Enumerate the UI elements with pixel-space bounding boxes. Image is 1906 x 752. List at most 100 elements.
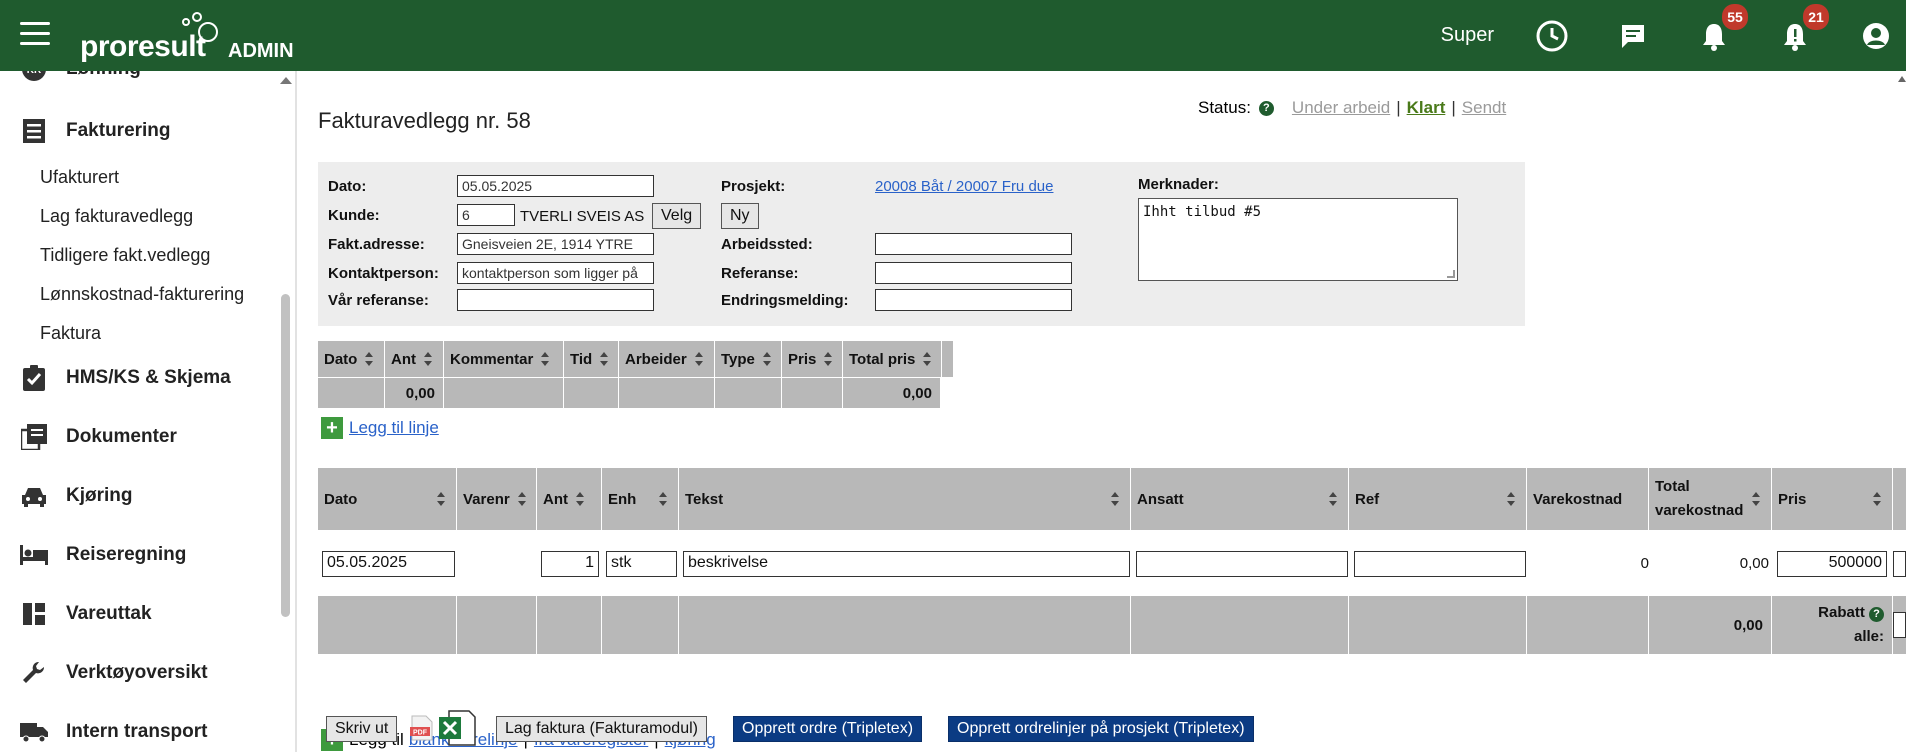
sidebar-item-verktoy[interactable]: Verktøyoversikt [20,659,208,687]
hamburger-menu-icon[interactable] [20,22,50,46]
var-referanse-input[interactable] [457,289,654,311]
row-dato-input[interactable]: 05.05.2025 [322,551,455,577]
sidebar-subitem-faktura[interactable]: Faktura [40,323,101,344]
row-ansatt-input[interactable] [1136,551,1348,577]
kunde-label: Kunde: [328,207,380,224]
footer-cell [537,596,602,654]
add-time-line[interactable]: + Legg til linje [321,417,439,439]
footer-cell [715,378,782,408]
ny-prosjekt-button[interactable]: Ny [721,203,759,229]
plus-icon[interactable]: + [321,417,343,439]
col-header-dato[interactable]: Dato [318,468,457,530]
page-scroll-up-icon[interactable] [1898,71,1906,91]
help-icon[interactable]: ? [1258,100,1274,116]
sidebar-subitem-ufakturert[interactable]: Ufakturert [40,167,119,188]
sidebar-item-dokumenter[interactable]: Dokumenter [20,423,177,451]
sidebar-item-vareuttak[interactable]: Vareuttak [20,600,152,628]
endringsmelding-input[interactable] [875,289,1072,311]
account-icon[interactable] [1858,18,1894,54]
row-tekst-input[interactable]: beskrivelse [683,551,1130,577]
excel-icon[interactable] [437,709,477,747]
col-header-type[interactable]: Type [715,341,782,377]
scroll-up-arrow-icon[interactable] [280,77,292,84]
kontaktperson-input[interactable]: kontaktperson som ligger på [457,262,654,284]
col-header-more[interactable] [1893,468,1906,530]
col-header-pris[interactable]: Pris [782,341,843,377]
fakt-adresse-input[interactable]: Gneisveien 2E, 1914 YTRE [457,233,654,255]
col-header-tekst[interactable]: Tekst [679,468,1131,530]
sidebar-scrollbar[interactable] [278,71,292,752]
col-header-ant[interactable]: Ant [537,468,602,530]
col-header-tid[interactable]: Tid [564,341,619,377]
clock-icon[interactable] [1534,18,1570,54]
sort-icon [923,352,932,366]
footer-cell [1131,596,1349,654]
status-klart[interactable]: Klart [1407,98,1446,118]
sort-icon [517,492,527,506]
referanse-input[interactable] [875,262,1072,284]
col-header-ref[interactable]: Ref [1349,468,1527,530]
car-icon [20,482,48,510]
row-ant-input[interactable]: 1 [541,551,599,577]
pdf-icon[interactable]: PDF [410,714,434,742]
footer-cell [318,378,385,408]
skriv-ut-button[interactable]: Skriv ut [326,716,398,742]
col-header-varekostnad[interactable]: Varekostnad [1527,468,1649,530]
alert-bell-icon[interactable]: 21 [1777,3,1829,54]
sidebar-item-kjoring[interactable]: Kjøring [20,482,133,510]
row-enh-input[interactable]: stk [606,551,677,577]
status-under-arbeid[interactable]: Under arbeid [1292,98,1390,118]
col-header-enh[interactable]: Enh [602,468,679,530]
opprett-ordre-button[interactable]: Opprett ordre (Tripletex) [733,716,923,742]
sidebar-item-label: Verktøyoversikt [66,662,208,683]
chat-icon[interactable] [1615,18,1651,54]
sidebar-item-hms[interactable]: HMS/KS & Skjema [20,364,231,392]
col-header-total-pris[interactable]: Total pris [843,341,942,377]
footer-cell [679,596,1131,654]
status-sendt[interactable]: Sendt [1462,98,1506,118]
col-label: Dato [324,350,358,368]
sidebar-subitem-lonnskostnad[interactable]: Lønnskostnad-fakturering [40,284,244,305]
row-pris-input[interactable]: 500000 [1777,551,1887,577]
arbeidssted-input[interactable] [875,233,1072,255]
help-icon[interactable]: ? [1869,607,1884,622]
col-header-total-varekostnad[interactable]: Total varekostnad [1649,468,1772,530]
sidebar-item-reiseregning[interactable]: Reiseregning [20,541,186,569]
col-header-arbeider[interactable]: Arbeider [619,341,715,377]
resize-handle-icon[interactable] [1447,270,1455,278]
col-label: Total pris [849,350,916,368]
kunde-nr-input[interactable]: 6 [457,204,515,226]
sidebar-item-label: Fakturering [66,120,171,141]
col-header-ant[interactable]: Ant [385,341,444,377]
merknader-textarea[interactable]: Ihht tilbud #5 [1138,198,1458,281]
lag-faktura-button[interactable]: Lag faktura (Fakturamodul) [496,716,707,742]
user-name[interactable]: Super [1441,24,1494,47]
opprett-ordrelinjer-button[interactable]: Opprett ordrelinjer på prosjekt (Triplet… [948,716,1254,742]
col-header-kommentar[interactable]: Kommentar [444,341,564,377]
sidebar: KR Lønning Fakturering Ufakturert Lag fa… [0,71,297,752]
col-label: Varekostnad [1533,490,1623,508]
sort-icon [1752,492,1761,506]
sidebar-subitem-tidligere[interactable]: Tidligere fakt.vedlegg [40,245,210,266]
col-header-dato[interactable]: Dato [318,341,385,377]
col-header-pris[interactable]: Pris [1772,468,1893,530]
row-more-input[interactable] [1893,551,1906,577]
dato-input[interactable]: 05.05.2025 [457,175,654,197]
col-label: Dato [324,490,358,508]
sidebar-item-lonning[interactable]: KR Lønning [20,71,141,83]
notifications-bell-icon[interactable]: 55 [1696,3,1748,54]
col-header-ansatt[interactable]: Ansatt [1131,468,1349,530]
col-header-varenr[interactable]: Varenr [457,468,537,530]
sidebar-item-fakturering[interactable]: Fakturering [20,117,171,145]
sidebar-subitem-lag-fakturavedlegg[interactable]: Lag fakturavedlegg [40,206,193,227]
sidebar-item-intern-transport[interactable]: Intern transport [20,718,207,746]
endringsmelding-label: Endringsmelding: [721,292,849,309]
sidebar-item-label: Lønning [66,71,141,80]
row-ref-input[interactable] [1354,551,1526,577]
scrollbar-thumb[interactable] [281,294,290,617]
prosjekt-link[interactable]: 20008 Båt / 20007 Fru due [875,178,1053,195]
rabatt-input[interactable] [1893,612,1906,638]
legg-til-linje-link[interactable]: Legg til linje [349,418,439,438]
sidebar-item-label: Vareuttak [66,603,152,624]
velg-button[interactable]: Velg [652,203,702,229]
